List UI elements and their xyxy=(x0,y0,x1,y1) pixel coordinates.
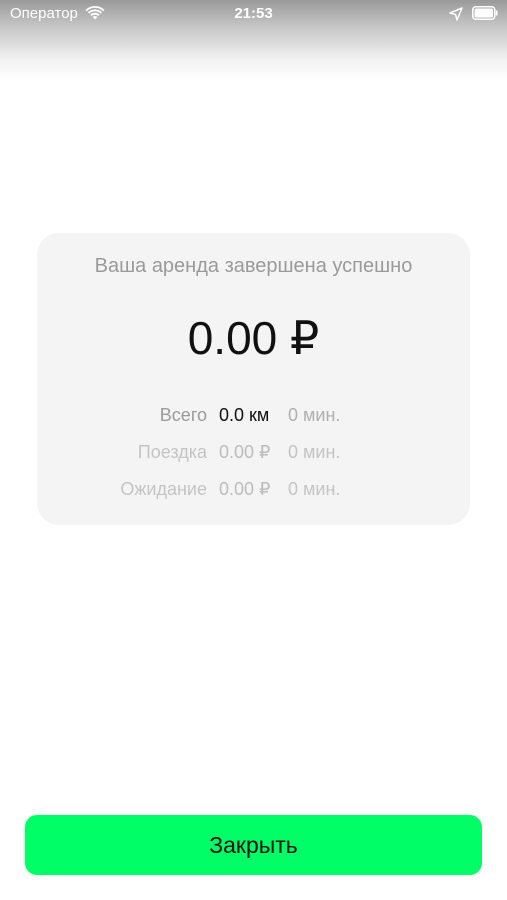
rental-complete-message: Ваша аренда завершена успешно xyxy=(94,255,413,277)
waiting-label: Ожидание xyxy=(120,479,207,499)
status-bar: Оператор 21:53 xyxy=(0,0,507,80)
total-label: Всего xyxy=(159,405,207,425)
waiting-duration: 0 мин. xyxy=(288,479,341,499)
close-button[interactable]: Закрыть xyxy=(25,815,482,875)
ride-duration: 0 мин. xyxy=(288,442,341,462)
ride-label: Поездка xyxy=(137,442,207,462)
battery-icon xyxy=(472,6,498,20)
status-time: 21:53 xyxy=(234,5,273,22)
location-icon xyxy=(449,7,463,21)
total-duration: 0 мин. xyxy=(288,405,341,425)
waiting-cost: 0.00 ₽ xyxy=(219,479,271,499)
summary-row-total: Всего 0.0 км 0 мин. xyxy=(37,405,470,431)
rental-summary-card: Ваша аренда завершена успешно 0.00 ₽ Все… xyxy=(37,233,470,525)
rental-complete-screen: Оператор 21:53 Ваша аренда завершена усп… xyxy=(0,0,507,900)
ride-cost: 0.00 ₽ xyxy=(219,442,271,462)
total-amount: 0.00 ₽ xyxy=(187,312,320,364)
total-distance: 0.0 км xyxy=(219,405,270,425)
summary-row-ride: Поездка 0.00 ₽ 0 мин. xyxy=(37,442,470,468)
summary-row-waiting: Ожидание 0.00 ₽ 0 мин. xyxy=(37,479,470,505)
